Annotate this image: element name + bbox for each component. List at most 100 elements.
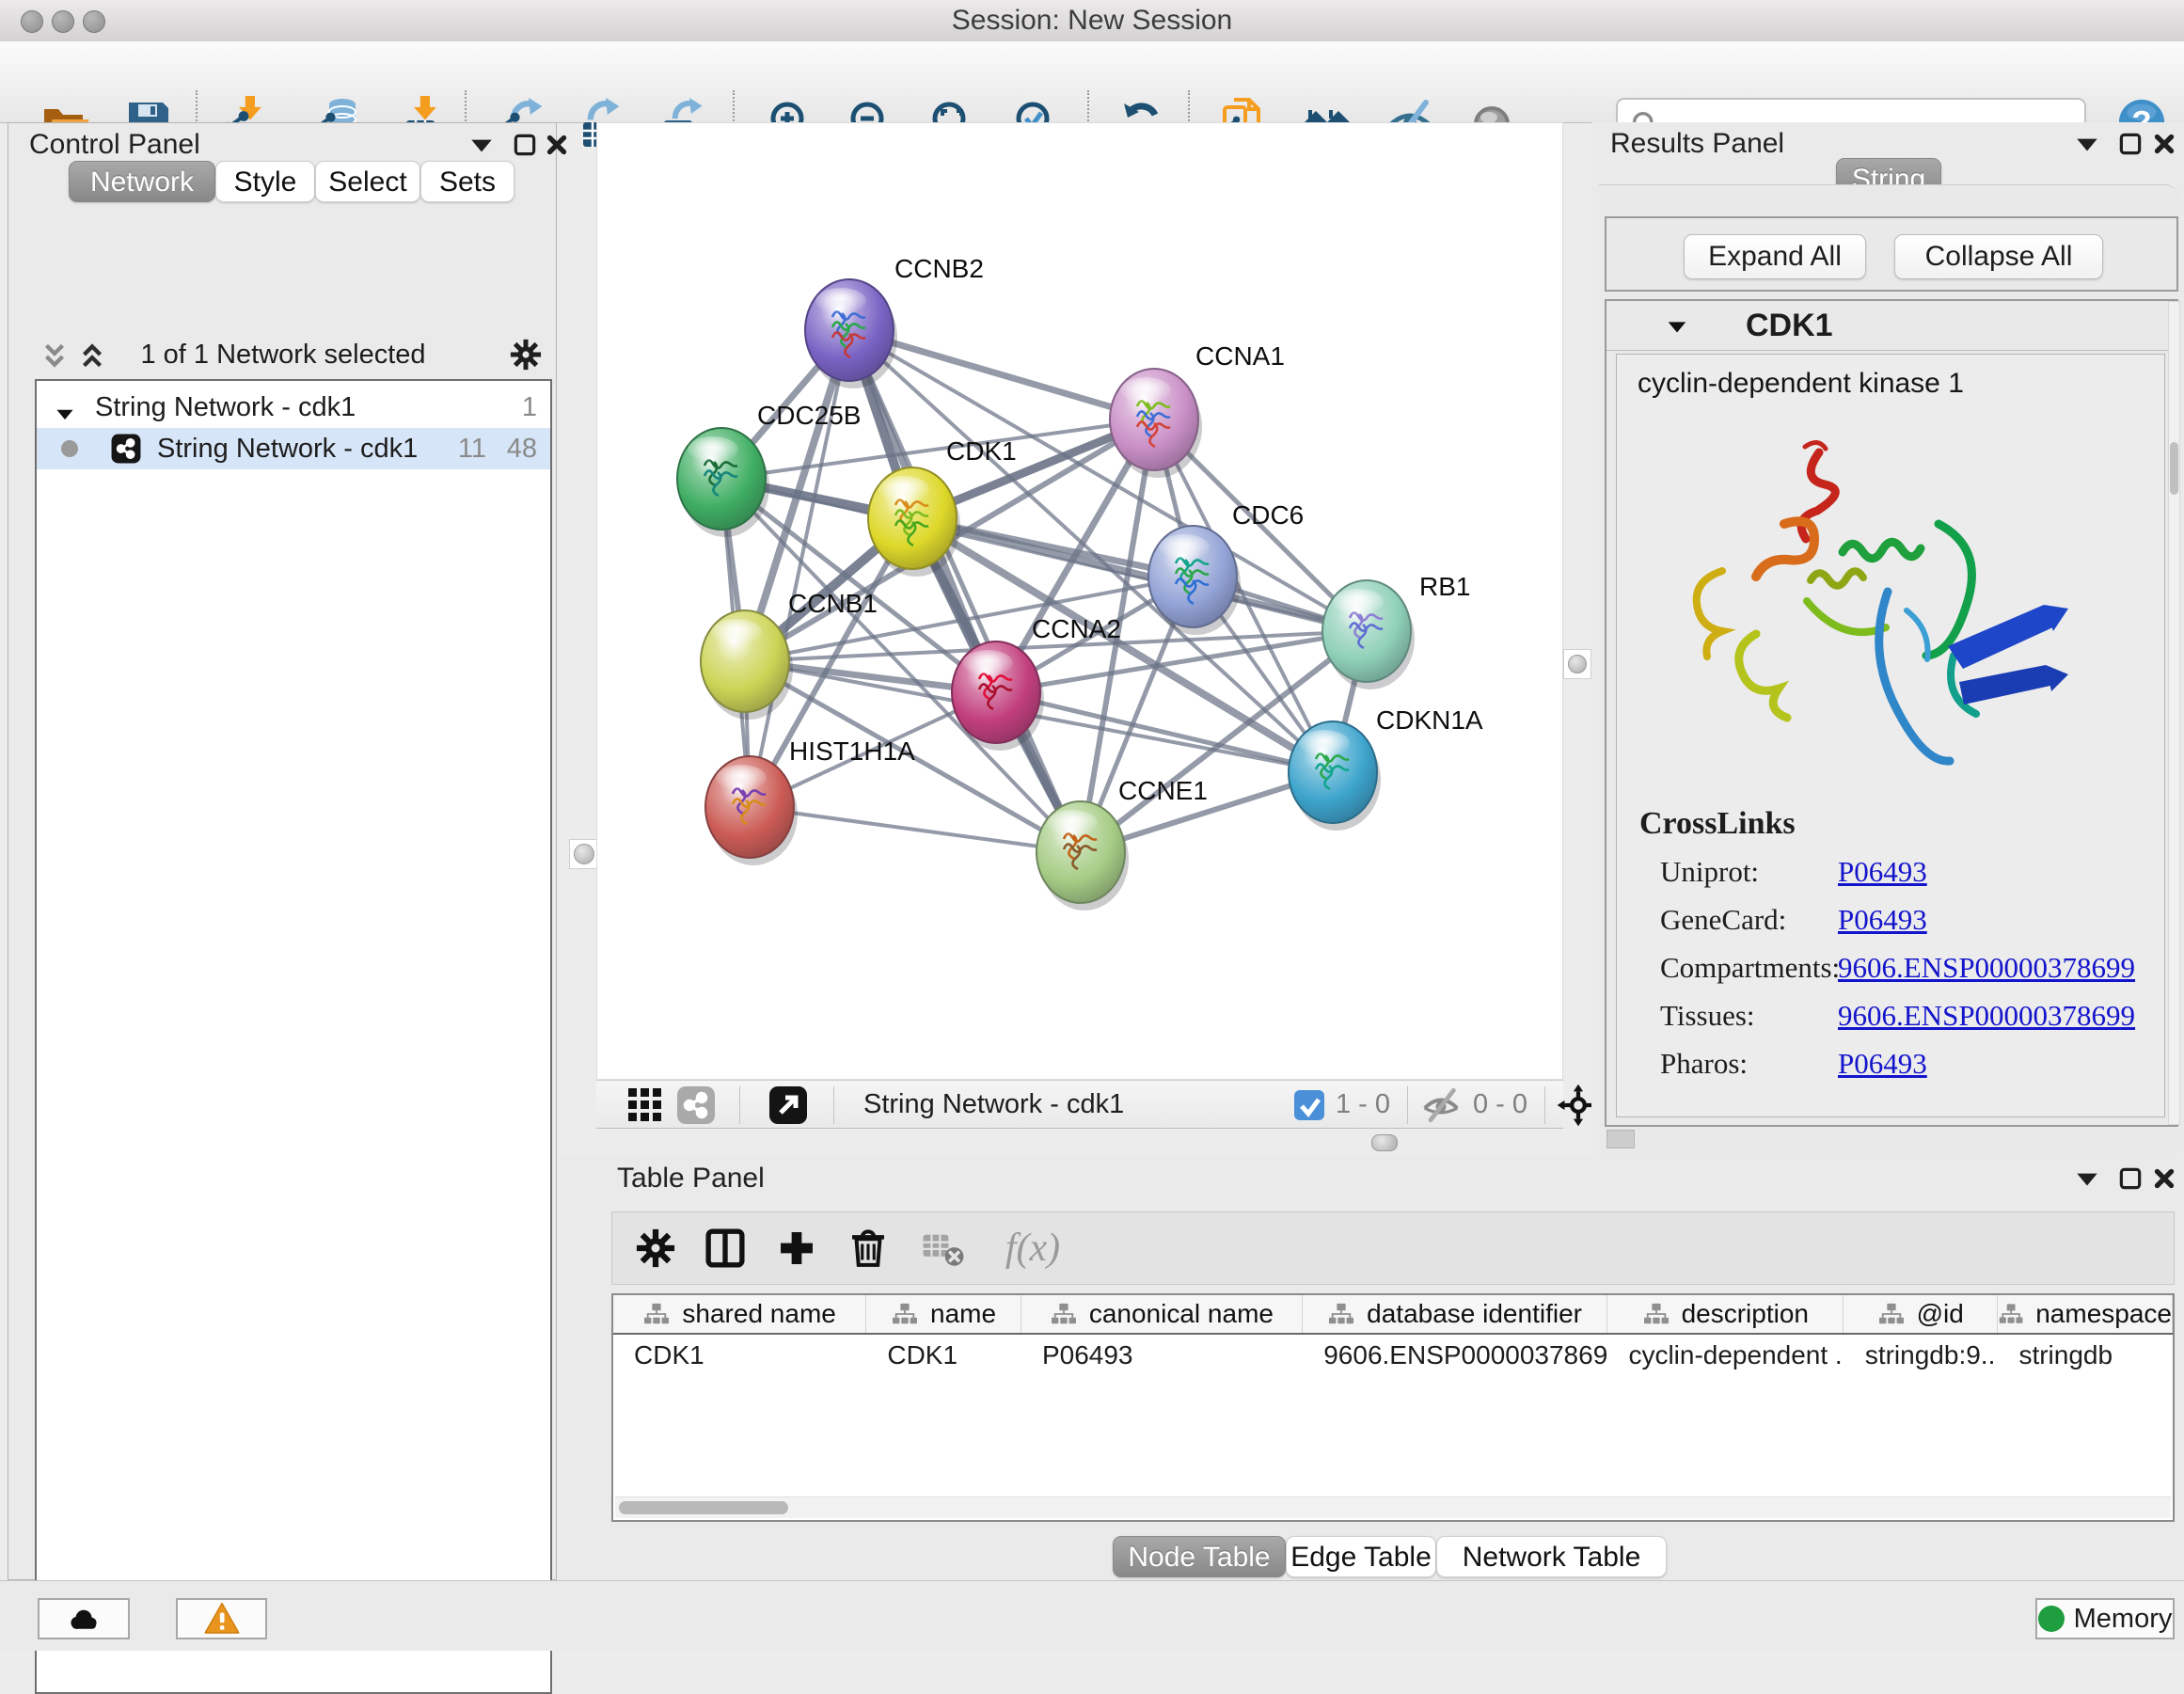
tab-edge-table[interactable]: Edge Table bbox=[1286, 1536, 1436, 1577]
table-cell[interactable]: cyclin-dependent ... bbox=[1607, 1335, 1844, 1376]
selected-checkbox-icon[interactable] bbox=[1292, 1088, 1326, 1122]
crosslink-tissues-link[interactable]: 9606.ENSP00000378699 bbox=[1838, 999, 2135, 1033]
delete-column-trash-icon[interactable] bbox=[842, 1222, 894, 1274]
crosslink-row-uniprot: Uniprot:P06493 bbox=[1617, 855, 2164, 903]
column-header--id[interactable]: @id bbox=[1844, 1295, 1998, 1333]
table-cell[interactable]: 9606.ENSP00000378699 bbox=[1303, 1335, 1607, 1376]
bottom-splitter-handle[interactable] bbox=[1371, 1134, 1398, 1151]
expand-all-button[interactable]: Expand All bbox=[1684, 234, 1866, 279]
network-node-CCNB1[interactable]: CCNB1 bbox=[701, 589, 878, 720]
network-node-CCNA1[interactable]: CCNA1 bbox=[1110, 341, 1285, 478]
network-canvas[interactable]: CCNB2CCNA1CDC25BCDK1CDC6RB1CCNB1CCNA2CDK… bbox=[596, 122, 1563, 1080]
crosslink-row-tissues: Tissues:9606.ENSP00000378699 bbox=[1617, 999, 2164, 1047]
table-panel-close-icon[interactable] bbox=[2150, 1164, 2178, 1193]
open-in-window-icon[interactable] bbox=[768, 1084, 809, 1126]
network-tree-toolbar: 1 of 1 Network selected bbox=[22, 332, 545, 377]
results-panel-close-icon[interactable] bbox=[2150, 130, 2178, 158]
column-header-database-identifier[interactable]: database identifier bbox=[1303, 1295, 1607, 1333]
crosslink-pharos-link[interactable]: P06493 bbox=[1838, 1047, 1927, 1081]
entry-collapse-caret-icon[interactable] bbox=[1665, 314, 1689, 339]
results-vertical-scrollbar[interactable] bbox=[2168, 301, 2180, 1125]
show-columns-icon[interactable] bbox=[699, 1222, 752, 1274]
results-horizontal-scrollbar[interactable] bbox=[1606, 1130, 1635, 1148]
column-header-namespace[interactable]: namespace bbox=[1998, 1295, 2173, 1333]
network-node-CDC6[interactable]: CDC6 bbox=[1148, 500, 1304, 635]
control-panel-float-icon[interactable] bbox=[467, 131, 496, 159]
network-node-CCNA2[interactable]: CCNA2 bbox=[952, 614, 1121, 751]
current-network-name: String Network - cdk1 bbox=[863, 1081, 1124, 1128]
left-splitter-handle[interactable] bbox=[569, 839, 599, 869]
network-collection-row[interactable]: String Network - cdk1 1 bbox=[37, 387, 550, 428]
status-bar: Memory bbox=[0, 1580, 2184, 1651]
hidden-eye-slash-icon[interactable] bbox=[1420, 1084, 1462, 1126]
tab-network-table[interactable]: Network Table bbox=[1436, 1536, 1667, 1577]
table-cell[interactable]: P06493 bbox=[1021, 1335, 1303, 1376]
column-header-canonical-name[interactable]: canonical name bbox=[1021, 1295, 1303, 1333]
network-row[interactable]: String Network - cdk1 11 48 bbox=[37, 428, 550, 469]
network-share-gray-icon[interactable] bbox=[675, 1084, 717, 1126]
crosslink-compartments-link[interactable]: 9606.ENSP00000378699 bbox=[1838, 951, 2135, 985]
results-panel-float-icon[interactable] bbox=[2073, 130, 2101, 158]
network-node-RB1[interactable]: RB1 bbox=[1322, 572, 1470, 689]
crosslink-label: Pharos: bbox=[1660, 1047, 1748, 1081]
crosslink-uniprot-link[interactable]: P06493 bbox=[1838, 855, 1927, 889]
title-bar: Session: New Session bbox=[0, 0, 2184, 42]
function-builder-icon[interactable]: f(x) bbox=[990, 1222, 1075, 1274]
node-label: CCNA2 bbox=[1032, 614, 1121, 643]
tab-node-table[interactable]: Node Table bbox=[1113, 1536, 1286, 1577]
network-view-toolbar: String Network - cdk1 1 - 0 0 - 0 bbox=[596, 1080, 1563, 1129]
scrollbar-thumb[interactable] bbox=[619, 1501, 788, 1514]
network-edge[interactable] bbox=[849, 330, 1081, 852]
network-node-HIST1H1A[interactable]: HIST1H1A bbox=[705, 736, 915, 865]
table-cell[interactable]: stringdb:9... bbox=[1844, 1335, 1999, 1376]
table-cell[interactable]: CDK1 bbox=[613, 1335, 866, 1376]
attribute-table: shared namenamecanonical namedatabase id… bbox=[611, 1293, 2175, 1522]
network-options-gear-icon[interactable] bbox=[507, 336, 545, 373]
table-row[interactable]: CDK1CDK1P064939606.ENSP00000378699cyclin… bbox=[613, 1335, 2173, 1376]
control-panel-maximize-icon[interactable] bbox=[511, 131, 539, 159]
table-cell[interactable]: CDK1 bbox=[866, 1335, 1021, 1376]
table-panel-float-icon[interactable] bbox=[2073, 1164, 2101, 1193]
delete-table-icon[interactable] bbox=[917, 1222, 970, 1274]
control-panel-close-icon[interactable] bbox=[543, 131, 571, 159]
network-node-CCNB2[interactable]: CCNB2 bbox=[805, 254, 984, 388]
tab-style[interactable]: Style bbox=[215, 161, 315, 202]
create-column-plus-icon[interactable] bbox=[770, 1222, 823, 1274]
node-label: CCNA1 bbox=[1195, 341, 1285, 371]
results-panel-title: Results Panel bbox=[1610, 128, 1784, 160]
node-label: CDC25B bbox=[757, 401, 861, 430]
network-node-CDKN1A[interactable]: CDKN1A bbox=[1289, 705, 1483, 831]
column-header-name[interactable]: name bbox=[866, 1295, 1021, 1333]
birdseye-grid-icon[interactable] bbox=[625, 1084, 666, 1126]
collapse-all-button[interactable]: Collapse All bbox=[1894, 234, 2103, 279]
column-header-description[interactable]: description bbox=[1607, 1295, 1844, 1333]
node-label: CCNB2 bbox=[894, 254, 984, 283]
crosslink-row-genecard: GeneCard:P06493 bbox=[1617, 903, 2164, 951]
node-label: CDKN1A bbox=[1376, 705, 1483, 735]
network-edge[interactable] bbox=[750, 807, 1081, 852]
network-graph[interactable]: CCNB2CCNA1CDC25BCDK1CDC6RB1CCNB1CCNA2CDK… bbox=[597, 123, 1562, 1079]
results-entry-header[interactable]: CDK1 bbox=[1606, 301, 2176, 351]
column-header-shared-name[interactable]: shared name bbox=[613, 1295, 866, 1333]
table-settings-gear-icon[interactable] bbox=[629, 1222, 682, 1274]
table-cell[interactable]: stringdb bbox=[1998, 1335, 2173, 1376]
memory-button[interactable]: Memory bbox=[2035, 1598, 2175, 1639]
network-status-dot-icon bbox=[61, 440, 78, 457]
tab-select[interactable]: Select bbox=[315, 161, 420, 202]
table-panel-maximize-icon[interactable] bbox=[2116, 1164, 2144, 1193]
network-node-CCNE1[interactable]: CCNE1 bbox=[1037, 776, 1208, 910]
cloud-status-button[interactable] bbox=[38, 1598, 130, 1639]
warnings-button[interactable] bbox=[176, 1598, 267, 1639]
results-panel-maximize-icon[interactable] bbox=[2116, 130, 2144, 158]
network-tree: String Network - cdk1 1 String Network -… bbox=[35, 379, 552, 1694]
tab-sets[interactable]: Sets bbox=[420, 161, 514, 202]
network-label: String Network - cdk1 bbox=[157, 428, 418, 469]
results-entry-body: cyclin-dependent kinase 1 bbox=[1616, 354, 2165, 1117]
network-share-badge-icon bbox=[110, 433, 142, 465]
table-horizontal-scrollbar[interactable] bbox=[615, 1496, 2171, 1518]
tab-network[interactable]: Network bbox=[69, 161, 215, 202]
crosslink-genecard-link[interactable]: P06493 bbox=[1838, 903, 1927, 937]
right-splitter-handle[interactable] bbox=[1563, 649, 1591, 679]
control-panel: Control Panel NetworkStyleSelectSets 1 o… bbox=[8, 122, 557, 1580]
collection-collapse-caret-icon[interactable] bbox=[54, 396, 76, 419]
